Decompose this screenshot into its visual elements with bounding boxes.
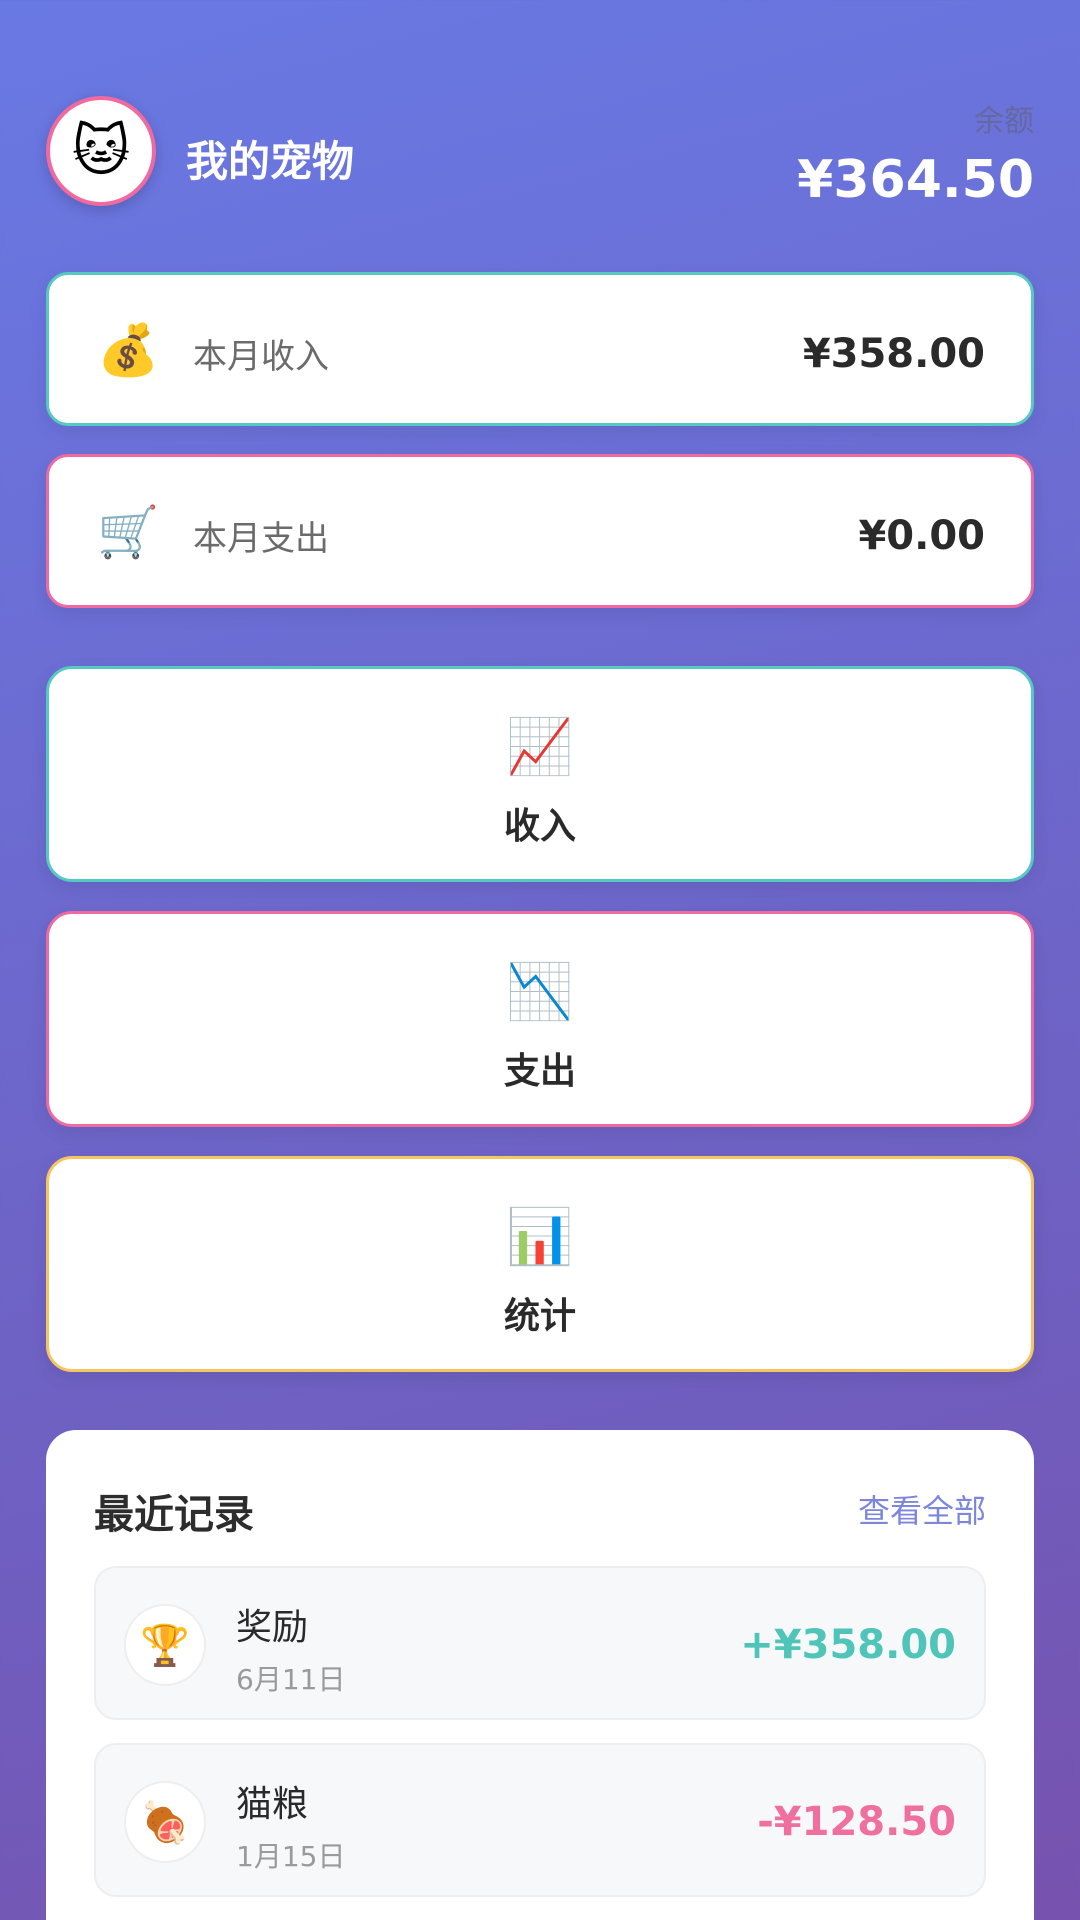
- record-date: 6月11日: [236, 1663, 346, 1696]
- record-name: 奖励: [236, 1607, 309, 1648]
- income-button[interactable]: 📈 收入: [46, 666, 1034, 882]
- balance-value: ¥364.50: [797, 150, 1034, 210]
- expense-button-label: 支出: [503, 1051, 576, 1092]
- bar-chart-icon: 📊: [506, 1205, 574, 1268]
- pet-name: 我的宠物: [186, 137, 355, 186]
- recent-records-title: 最近记录: [94, 1492, 254, 1538]
- chart-decreasing-icon: 📉: [506, 960, 574, 1023]
- statistics-button-label: 统计: [503, 1296, 576, 1337]
- monthly-expense-label: 本月支出: [193, 519, 329, 559]
- monthly-income-card: 💰 本月收入 ¥358.00: [46, 272, 1034, 426]
- shopping-cart-icon: 🛒: [97, 503, 160, 561]
- record-item[interactable]: 🏆 奖励 6月11日 +¥358.00: [94, 1566, 986, 1720]
- balance-label: 余额: [974, 104, 1034, 139]
- record-date: 1月15日: [236, 1840, 346, 1873]
- monthly-income-label: 本月收入: [193, 337, 329, 377]
- monthly-expense-card: 🛒 本月支出 ¥0.00: [46, 454, 1034, 608]
- statistics-button[interactable]: 📊 统计: [46, 1156, 1034, 1372]
- recent-records-panel: 最近记录 查看全部 🏆 奖励 6月11日 +¥358.00 🍖 猫粮 1月15日…: [46, 1430, 1034, 1920]
- meat-icon: 🍖: [124, 1781, 206, 1863]
- monthly-income-value: ¥358.00: [802, 331, 985, 377]
- trophy-icon: 🏆: [124, 1604, 206, 1686]
- pet-avatar[interactable]: 🐱: [46, 96, 156, 206]
- view-all-link[interactable]: 查看全部: [858, 1486, 986, 1532]
- record-amount: -¥128.50: [757, 1799, 956, 1845]
- record-name: 猫粮: [236, 1784, 309, 1825]
- monthly-expense-value: ¥0.00: [858, 513, 985, 559]
- record-item[interactable]: 🍖 猫粮 1月15日 -¥128.50: [94, 1743, 986, 1897]
- chart-increasing-icon: 📈: [506, 715, 574, 778]
- expense-button[interactable]: 📉 支出: [46, 911, 1034, 1127]
- header: 🐱 我的宠物 余额 ¥364.50: [46, 96, 1034, 214]
- cat-icon: 🐱: [71, 118, 131, 184]
- income-button-label: 收入: [503, 806, 576, 847]
- money-bag-icon: 💰: [97, 321, 160, 379]
- record-amount: +¥358.00: [740, 1622, 956, 1668]
